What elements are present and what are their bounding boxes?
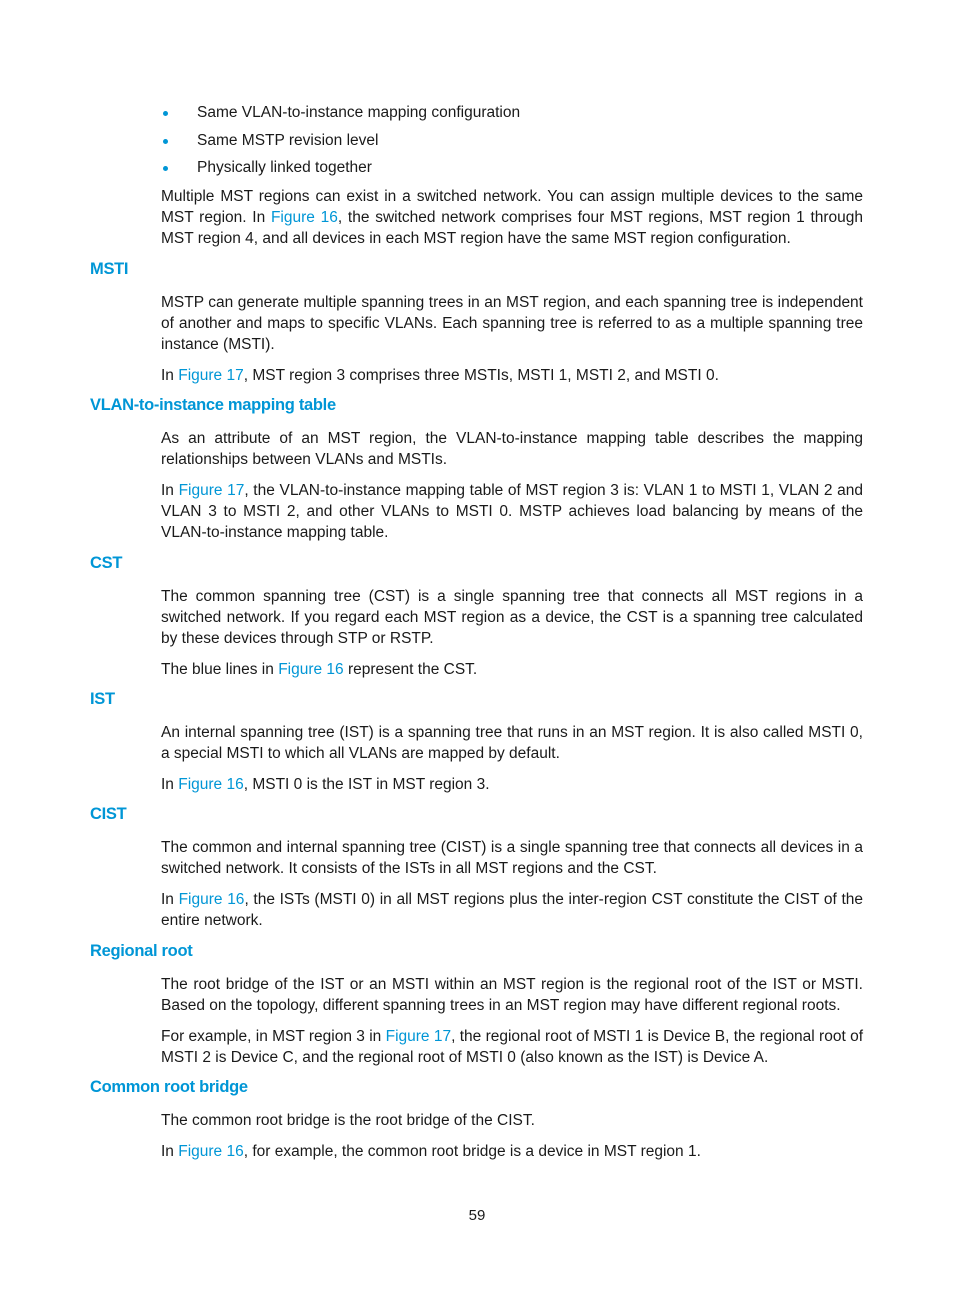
bullet-item: Same MSTP revision level: [161, 127, 520, 155]
section-heading-common-root-bridge: Common root bridge: [90, 1078, 248, 1096]
section-heading-cst: CST: [90, 554, 123, 572]
paragraph: In Figure 16, for example, the common ro…: [161, 1143, 701, 1160]
section-heading-msti: MSTI: [90, 260, 129, 278]
paragraph: In Figure 17, MST region 3 comprises thr…: [161, 367, 719, 384]
section-cst: The common spanning tree (CST) is a sing…: [161, 586, 863, 680]
paragraph: In Figure 16, the ISTs (MSTI 0) in all M…: [161, 891, 864, 929]
section-heading-cist: CIST: [90, 805, 127, 823]
paragraph: For example, in MST region 3 in Figure 1…: [161, 1028, 864, 1066]
paragraph: An internal spanning tree (IST) is a spa…: [161, 724, 863, 762]
paragraph: The blue lines in Figure 16 represent th…: [161, 661, 478, 678]
section-msti: MSTP can generate multiple spanning tree…: [161, 292, 863, 386]
figure-link[interactable]: Figure 17: [178, 367, 243, 384]
section-heading-vlan-mapping: VLAN-to-instance mapping table: [90, 396, 336, 414]
intro-paragraph: Multiple MST regions can exist in a swit…: [161, 188, 864, 247]
bullet-icon: [163, 166, 168, 171]
section-heading-regional-root: Regional root: [90, 942, 193, 960]
figure-link[interactable]: Figure 17: [386, 1028, 452, 1045]
document-page: Same VLAN-to-instance mapping configurat…: [0, 0, 954, 1296]
intro-block: Multiple MST regions can exist in a swit…: [161, 186, 863, 249]
section-heading-ist: IST: [90, 690, 115, 708]
paragraph: The common spanning tree (CST) is a sing…: [161, 588, 863, 647]
page-number: 59: [468, 1207, 486, 1224]
paragraph: MSTP can generate multiple spanning tree…: [161, 294, 863, 353]
section-ist: An internal spanning tree (IST) is a spa…: [161, 722, 863, 795]
paragraph: As an attribute of an MST region, the VL…: [161, 430, 863, 468]
bullet-icon: [163, 111, 168, 116]
paragraph: In Figure 16, MSTI 0 is the IST in MST r…: [161, 776, 490, 793]
paragraph: The common and internal spanning tree (C…: [161, 839, 863, 877]
figure-link[interactable]: Figure 17: [179, 482, 245, 499]
paragraph: The common root bridge is the root bridg…: [161, 1112, 535, 1129]
figure-link[interactable]: Figure 16: [178, 776, 243, 793]
bullet-item: Same VLAN-to-instance mapping configurat…: [161, 99, 520, 127]
section-cist: The common and internal spanning tree (C…: [161, 837, 863, 931]
figure-link[interactable]: Figure 16: [178, 1143, 243, 1160]
bullet-icon: [163, 138, 168, 144]
bullet-item: Physically linked together: [161, 154, 520, 182]
section-common-root-bridge: The common root bridge is the root bridg…: [161, 1110, 863, 1162]
paragraph: The root bridge of the IST or an MSTI wi…: [161, 976, 863, 1014]
section-regional-root: The root bridge of the IST or an MSTI wi…: [161, 974, 863, 1068]
paragraph: In Figure 17, the VLAN-to-instance mappi…: [161, 482, 864, 541]
figure-link[interactable]: Figure 16: [179, 891, 245, 908]
figure-link[interactable]: Figure 16: [271, 209, 338, 226]
section-vlan-mapping: As an attribute of an MST region, the VL…: [161, 428, 863, 543]
figure-link[interactable]: Figure 16: [278, 661, 343, 678]
bullet-list: Same VLAN-to-instance mapping configurat…: [161, 99, 520, 182]
